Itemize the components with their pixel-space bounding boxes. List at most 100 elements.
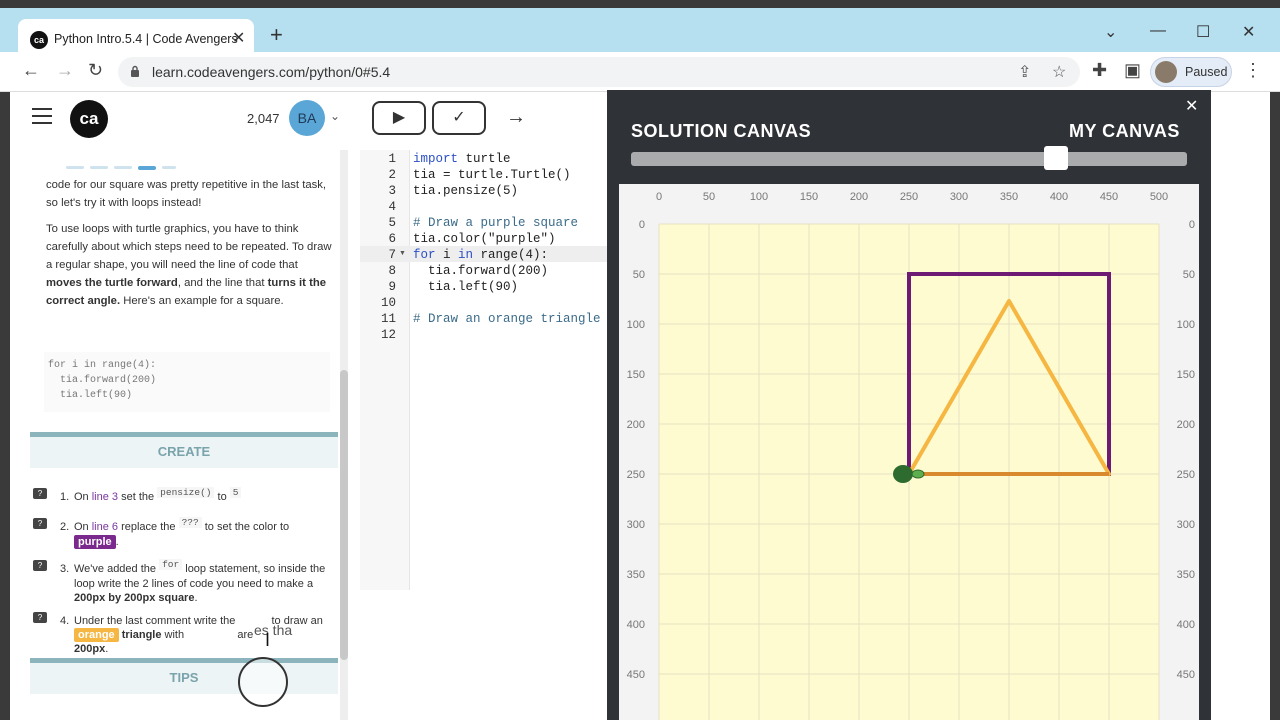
my-canvas-label[interactable]: MY CANVAS bbox=[1069, 121, 1180, 142]
lesson-intro: code for our square was pretty repetitiv… bbox=[46, 179, 327, 209]
cursor-highlight bbox=[238, 657, 288, 707]
hint-icon[interactable]: ? bbox=[33, 488, 47, 499]
tab-close-icon[interactable]: ✕ bbox=[232, 28, 245, 48]
code-line[interactable]: tia.color("purple") bbox=[413, 232, 556, 246]
forward-icon[interactable]: → bbox=[56, 60, 74, 81]
example-code-block: for i in range(4): tia.forward(200) tia.… bbox=[44, 352, 330, 412]
share-icon[interactable]: ⇪ bbox=[1018, 62, 1031, 82]
x-tick-label: 300 bbox=[950, 191, 968, 203]
x-tick-label: 350 bbox=[1000, 191, 1018, 203]
line-number: 2 bbox=[388, 168, 396, 182]
code-line[interactable]: tia = turtle.Turtle() bbox=[413, 168, 571, 182]
x-tick-label: 450 bbox=[1100, 191, 1118, 203]
bookmark-star-icon[interactable]: ☆ bbox=[1052, 62, 1066, 82]
hint-icon[interactable]: ? bbox=[33, 518, 47, 529]
example-code-line: for i in range(4): bbox=[48, 360, 157, 371]
chevron-down-icon[interactable]: ⌄ bbox=[330, 109, 340, 123]
check-button[interactable]: ✓ bbox=[432, 101, 486, 135]
example-code-line: tia.left(90) bbox=[48, 390, 133, 401]
menu-icon[interactable] bbox=[32, 108, 52, 126]
slider-handle[interactable] bbox=[1044, 146, 1068, 170]
turtle-body bbox=[893, 465, 913, 483]
y-tick-label-right: 250 bbox=[1177, 469, 1195, 481]
x-tick-label: 0 bbox=[656, 191, 662, 203]
browser-menu-icon[interactable]: ⋮ bbox=[1244, 60, 1262, 81]
maximize-icon[interactable]: ☐ bbox=[1196, 22, 1210, 42]
profile-button[interactable]: Paused bbox=[1150, 57, 1232, 87]
tips-heading: TIPS bbox=[30, 658, 338, 694]
avatar[interactable]: BA bbox=[289, 100, 325, 136]
y-tick-label: 450 bbox=[627, 669, 645, 681]
y-tick-label: 200 bbox=[627, 419, 645, 431]
y-tick-label: 250 bbox=[627, 469, 645, 481]
x-tick-label: 500 bbox=[1150, 191, 1168, 203]
line-number: 12 bbox=[380, 328, 396, 342]
minimize-icon[interactable]: — bbox=[1150, 22, 1166, 40]
y-tick-label: 350 bbox=[627, 569, 645, 581]
x-tick-label: 200 bbox=[850, 191, 868, 203]
close-icon[interactable]: ✕ bbox=[1185, 96, 1198, 116]
fold-arrow-icon[interactable]: ▼ bbox=[399, 250, 406, 257]
y-tick-label-right: 100 bbox=[1177, 319, 1195, 331]
next-arrow-icon[interactable]: → bbox=[506, 106, 526, 129]
canvas-compare-slider[interactable] bbox=[631, 152, 1187, 166]
window-close-icon[interactable]: ✕ bbox=[1242, 22, 1255, 42]
y-tick-label: 300 bbox=[627, 519, 645, 531]
x-tick-label: 50 bbox=[703, 191, 715, 203]
reload-icon[interactable]: ↻ bbox=[88, 60, 103, 81]
code-line[interactable]: import turtle bbox=[413, 152, 511, 166]
address-bar[interactable]: learn.codeavengers.com/python/0#5.4 ⇪ ☆ bbox=[118, 57, 1080, 87]
y-tick-label-right: 400 bbox=[1177, 619, 1195, 631]
code-line[interactable]: tia.pensize(5) bbox=[413, 184, 518, 198]
x-tick-label: 250 bbox=[900, 191, 918, 203]
code-line[interactable]: tia.forward(200) bbox=[413, 264, 548, 278]
line-number: 4 bbox=[388, 200, 396, 214]
line-number: 5 bbox=[388, 216, 396, 230]
code-line[interactable]: tia.left(90) bbox=[413, 280, 518, 294]
run-button[interactable]: ▶ bbox=[372, 101, 426, 135]
y-tick-label-right: 50 bbox=[1183, 269, 1195, 281]
y-tick-label-right: 150 bbox=[1177, 369, 1195, 381]
y-tick-label: 0 bbox=[639, 219, 645, 231]
turtle-head bbox=[911, 469, 925, 479]
line-number: 10 bbox=[380, 296, 396, 310]
solution-canvas-label[interactable]: SOLUTION CANVAS bbox=[631, 121, 811, 142]
progress-current bbox=[138, 166, 156, 170]
code-editor[interactable]: ▼ 1 import turtle 2 tia = turtle.Turtle() 3 t… bbox=[360, 150, 610, 590]
turtle-canvas: 0 50 100 150 200 250 300 350 400 450 500 0 0 50 50 100 1… bbox=[619, 184, 1199, 720]
side-panel-icon[interactable]: ▣ bbox=[1124, 60, 1141, 81]
line-number: 6 bbox=[388, 232, 396, 246]
browser-toolbar: ← → ↻ learn.codeavengers.com/python/0#5.… bbox=[0, 52, 1280, 92]
cursor-ghost-text: es tha bbox=[254, 622, 293, 638]
lock-icon bbox=[131, 65, 139, 77]
lesson-text: code for our square was pretty repetitiv… bbox=[46, 179, 336, 318]
points-count: 2,047 bbox=[247, 111, 280, 126]
lesson-panel: code for our square was pretty repetitiv… bbox=[30, 150, 350, 720]
code-line[interactable]: # Draw an orange triangle bbox=[413, 312, 601, 326]
code-line[interactable]: for i in range(4): bbox=[413, 248, 548, 262]
line-number: 7 bbox=[388, 248, 396, 262]
tab-title: Python Intro.5.4 | Code Avengers bbox=[54, 32, 238, 46]
url-text: learn.codeavengers.com/python/0#5.4 bbox=[152, 64, 391, 80]
new-tab-icon[interactable]: + bbox=[270, 24, 283, 46]
lesson-scrollbar-thumb[interactable] bbox=[340, 370, 348, 660]
browser-tab-bar: ca Python Intro.5.4 | Code Avengers ✕ + … bbox=[0, 8, 1280, 60]
line-number: 3 bbox=[388, 184, 396, 198]
profile-avatar bbox=[1155, 61, 1177, 83]
line-number: 1 bbox=[388, 152, 396, 166]
y-tick-label-right: 350 bbox=[1177, 569, 1195, 581]
lesson-paragraph: To use loops with turtle graphics, you h… bbox=[46, 223, 332, 307]
y-tick-label-right: 200 bbox=[1177, 419, 1195, 431]
y-tick-label: 400 bbox=[627, 619, 645, 631]
x-tick-label: 150 bbox=[800, 191, 818, 203]
extensions-puzzle-icon[interactable]: ✚ bbox=[1092, 60, 1107, 81]
hint-icon[interactable]: ? bbox=[33, 560, 47, 571]
code-line[interactable]: # Draw a purple square bbox=[413, 216, 578, 230]
example-code-line: tia.forward(200) bbox=[48, 375, 157, 386]
create-heading: CREATE bbox=[30, 432, 338, 468]
hint-icon[interactable]: ? bbox=[33, 612, 47, 623]
tab-search-chevron-icon[interactable]: ⌄ bbox=[1104, 22, 1117, 42]
y-tick-label-right: 450 bbox=[1177, 669, 1195, 681]
back-icon[interactable]: ← bbox=[22, 60, 40, 81]
x-tick-label: 400 bbox=[1050, 191, 1068, 203]
